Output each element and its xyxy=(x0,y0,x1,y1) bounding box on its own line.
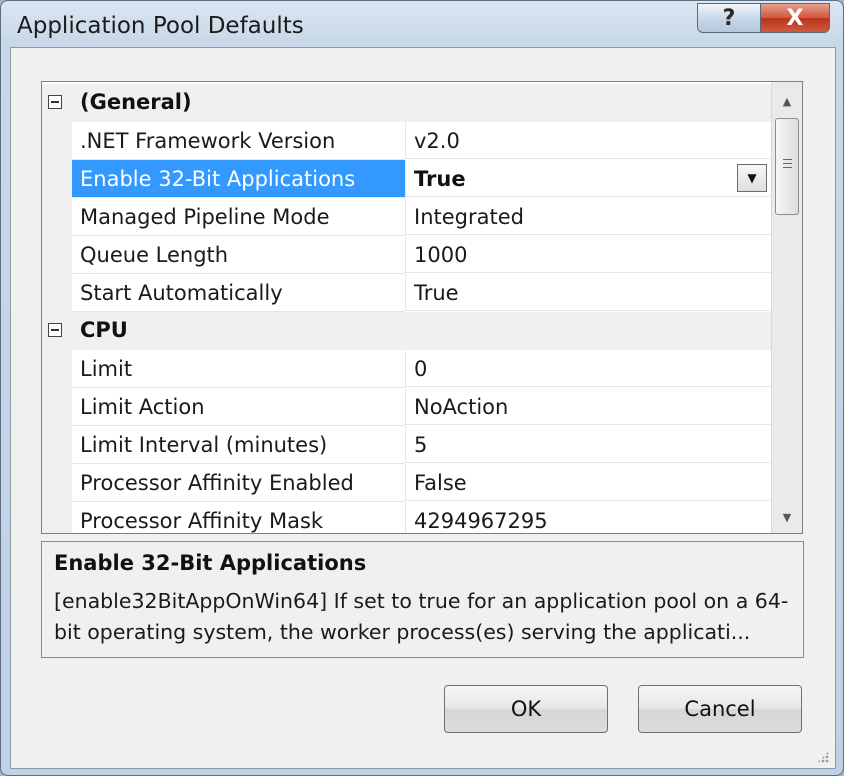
property-name: Limit Action xyxy=(80,395,205,419)
row-gutter xyxy=(42,198,72,236)
property-value-cell[interactable]: False xyxy=(405,464,771,501)
property-value: True xyxy=(414,167,466,191)
collapse-icon[interactable] xyxy=(48,95,62,109)
dialog-window: Application Pool Defaults ? X (General).… xyxy=(0,0,844,776)
vertical-scrollbar[interactable]: ▲ ▼ xyxy=(771,82,802,533)
property-name-cell[interactable]: Limit Action xyxy=(72,388,405,426)
property-row[interactable]: Processor Affinity Mask 4294967295 xyxy=(42,502,771,533)
close-icon: X xyxy=(786,5,804,31)
property-name: .NET Framework Version xyxy=(80,129,336,153)
property-name-cell[interactable]: Queue Length xyxy=(72,236,405,274)
property-row[interactable]: Queue Length 1000 xyxy=(42,236,771,274)
property-name-cell[interactable]: Start Automatically xyxy=(72,274,405,312)
row-gutter xyxy=(42,350,72,388)
property-value: Integrated xyxy=(414,205,524,229)
row-gutter xyxy=(42,426,72,464)
property-value-cell[interactable]: v2.0 xyxy=(405,122,771,159)
row-gutter xyxy=(42,122,72,160)
property-name-cell[interactable]: Enable 32-Bit Applications xyxy=(72,160,405,198)
property-value: 4294967295 xyxy=(414,509,548,533)
collapse-icon[interactable] xyxy=(48,323,62,337)
property-name-cell[interactable]: Limit xyxy=(72,350,405,388)
property-value-cell[interactable]: Integrated xyxy=(405,198,771,235)
help-button[interactable]: ? xyxy=(697,3,761,33)
cancel-button[interactable]: Cancel xyxy=(638,685,802,733)
property-value-cell[interactable]: True ▼ xyxy=(405,160,771,197)
property-name: Processor Affinity Mask xyxy=(80,509,324,533)
value-dropdown-button[interactable]: ▼ xyxy=(737,164,767,192)
property-value: 5 xyxy=(414,433,428,457)
scroll-up-arrow-icon[interactable]: ▲ xyxy=(772,88,802,114)
property-grid: (General) .NET Framework Version v2.0 Enabl… xyxy=(41,81,803,534)
property-name-cell[interactable]: Limit Interval (minutes) xyxy=(72,426,405,464)
row-gutter xyxy=(42,236,72,274)
property-name: Limit Interval (minutes) xyxy=(80,433,328,457)
property-name-cell[interactable]: Managed Pipeline Mode xyxy=(72,198,405,236)
property-name-cell[interactable]: Processor Affinity Enabled xyxy=(72,464,405,502)
scroll-down-arrow-icon[interactable]: ▼ xyxy=(772,504,802,530)
row-gutter xyxy=(42,464,72,502)
category-label: (General) xyxy=(80,90,192,114)
property-value-cell[interactable]: 1000 xyxy=(405,236,771,273)
property-name-cell[interactable]: Processor Affinity Mask xyxy=(72,502,405,533)
property-value: True xyxy=(414,281,459,305)
property-name: Processor Affinity Enabled xyxy=(80,471,354,495)
property-row[interactable]: Limit 0 xyxy=(42,350,771,388)
scroll-thumb[interactable] xyxy=(775,118,799,215)
category-row[interactable]: CPU xyxy=(42,312,771,350)
property-row[interactable]: Limit Interval (minutes) 5 xyxy=(42,426,771,464)
window-title: Application Pool Defaults xyxy=(17,13,304,39)
property-value-cell[interactable]: 5 xyxy=(405,426,771,463)
property-row[interactable]: .NET Framework Version v2.0 xyxy=(42,122,771,160)
property-name: Managed Pipeline Mode xyxy=(80,205,330,229)
property-row[interactable]: Enable 32-Bit Applications True ▼ xyxy=(42,160,771,198)
property-value: 1000 xyxy=(414,243,468,267)
property-value-cell[interactable]: NoAction xyxy=(405,388,771,425)
ok-button[interactable]: OK xyxy=(444,685,608,733)
description-text: [enable32BitAppOnWin64] If set to true f… xyxy=(54,589,789,644)
grip-line xyxy=(783,163,792,164)
row-gutter xyxy=(42,160,72,198)
close-button[interactable]: X xyxy=(760,3,830,33)
row-gutter xyxy=(42,502,72,533)
property-value-cell[interactable]: 0 xyxy=(405,350,771,387)
property-name-cell[interactable]: .NET Framework Version xyxy=(72,122,405,160)
property-name: Queue Length xyxy=(80,243,229,267)
row-gutter xyxy=(42,274,72,312)
row-gutter xyxy=(42,388,72,426)
grip-line xyxy=(783,167,792,168)
chevron-down-icon: ▼ xyxy=(747,171,757,185)
description-panel: Enable 32-Bit Applications [enable32BitA… xyxy=(41,541,804,658)
property-row[interactable]: Processor Affinity Enabled False xyxy=(42,464,771,502)
property-row[interactable]: Limit Action NoAction xyxy=(42,388,771,426)
property-name: Limit xyxy=(80,357,133,381)
property-value: v2.0 xyxy=(414,129,460,153)
property-value-cell[interactable]: 4294967295 xyxy=(405,502,771,533)
property-value: 0 xyxy=(414,357,428,381)
property-value-cell[interactable]: True xyxy=(405,274,771,311)
property-row[interactable]: Managed Pipeline Mode Integrated xyxy=(42,198,771,236)
property-value: False xyxy=(414,471,467,495)
property-row[interactable]: Start Automatically True xyxy=(42,274,771,312)
property-name: Enable 32-Bit Applications xyxy=(80,167,356,191)
category-label: CPU xyxy=(80,318,128,342)
property-value: NoAction xyxy=(414,395,509,419)
property-name: Start Automatically xyxy=(80,281,283,305)
grip-line xyxy=(783,159,792,160)
help-icon: ? xyxy=(722,5,736,31)
description-title: Enable 32-Bit Applications xyxy=(54,551,367,575)
category-row[interactable]: (General) xyxy=(42,84,771,122)
